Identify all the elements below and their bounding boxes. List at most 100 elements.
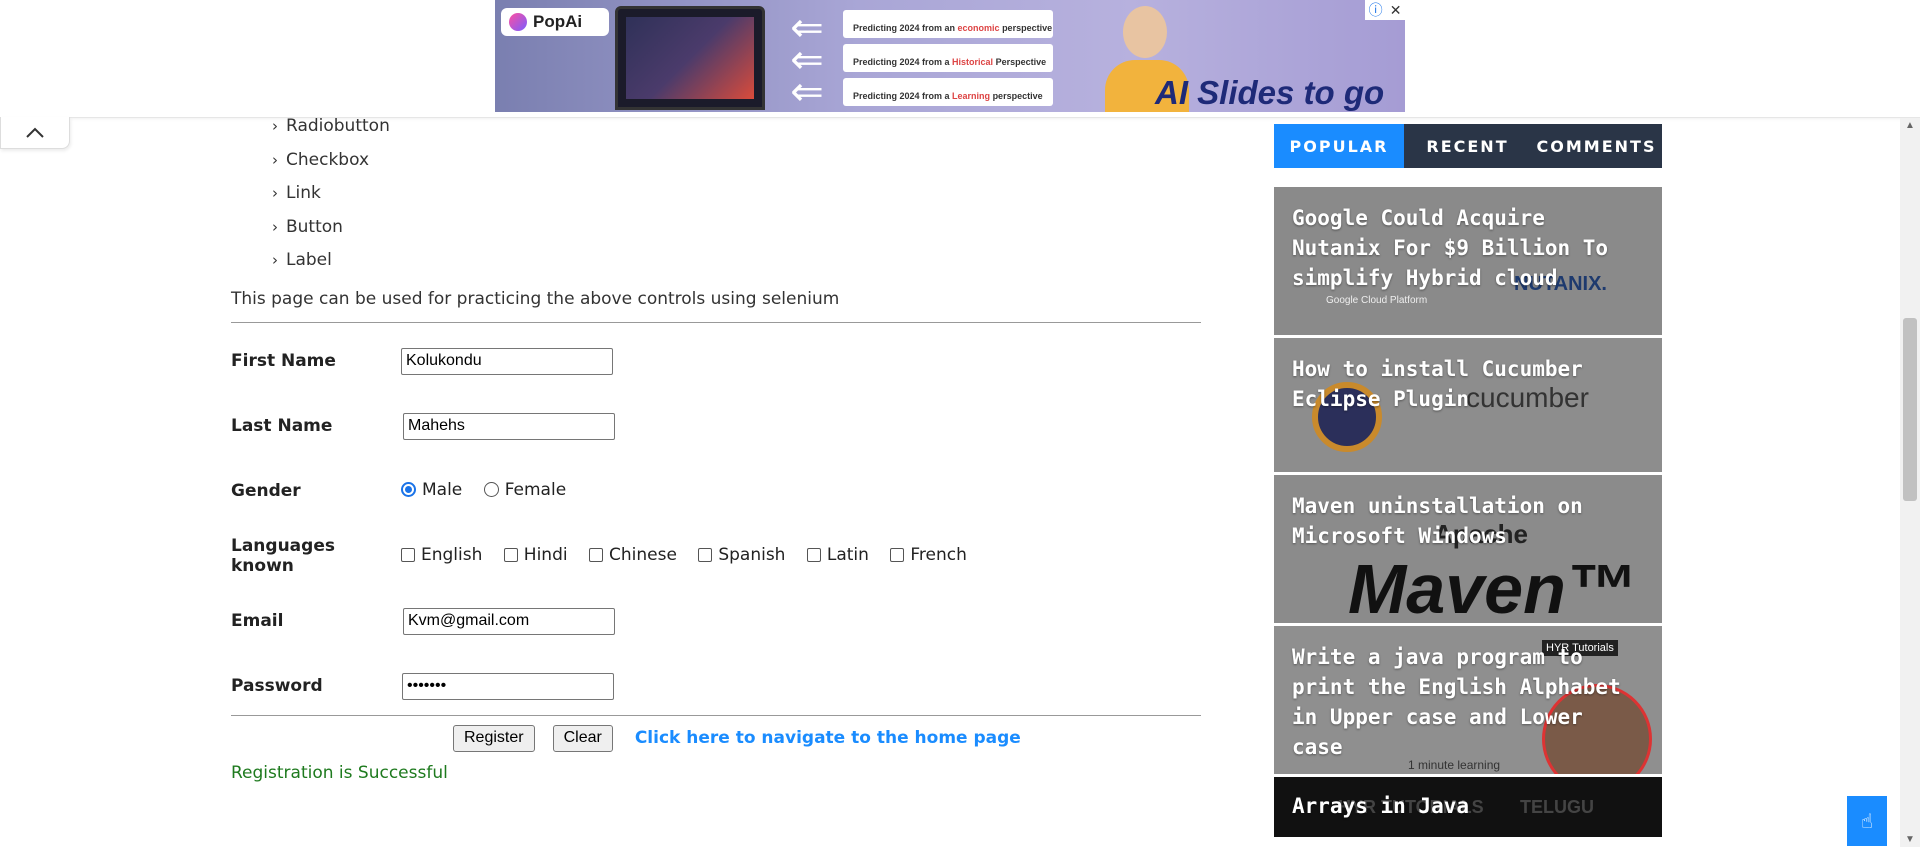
- floating-action-button[interactable]: ☝: [1847, 796, 1887, 846]
- language-option-chinese[interactable]: Chinese: [589, 545, 677, 565]
- sidebar: POPULAR RECENT COMMENTS Google Cloud Pla…: [1274, 124, 1662, 840]
- spanish-label: Spanish: [718, 545, 786, 565]
- registration-form: First Name Last Name Gender Male Female …: [231, 329, 983, 719]
- post-thumbnail-text: Google Cloud Platform: [1326, 295, 1428, 306]
- clear-button[interactable]: Clear: [552, 724, 613, 752]
- password-field[interactable]: [402, 672, 614, 700]
- language-option-latin[interactable]: Latin: [806, 545, 869, 565]
- divider: [231, 714, 1201, 716]
- register-button[interactable]: Register: [453, 724, 535, 752]
- ad-card: Predicting 2024 from an economic perspec…: [843, 10, 1053, 38]
- post-title[interactable]: Arrays in Java: [1292, 791, 1644, 821]
- scrollbar-thumb[interactable]: [1903, 318, 1917, 501]
- ad-arrows-icon: ⇐ ⇐ ⇐: [790, 6, 824, 112]
- gender-female-option[interactable]: Female: [483, 479, 567, 500]
- list-item: › Checkbox: [231, 149, 1201, 183]
- language-option-english[interactable]: English: [401, 545, 482, 565]
- tab-popular[interactable]: POPULAR: [1274, 124, 1404, 168]
- chevron-right-icon: ›: [272, 251, 278, 269]
- page-scrollbar[interactable]: ▲ ▼: [1900, 118, 1920, 847]
- french-label: French: [910, 545, 967, 565]
- top-ad-bar: PopAi ⇐ ⇐ ⇐ Predicting 2024 from an econom…: [0, 0, 1920, 118]
- list-item: › Button: [231, 216, 1201, 250]
- last-name-label: Last Name: [231, 416, 333, 436]
- hand-pointer-icon: ☝: [1860, 810, 1874, 833]
- post-title[interactable]: Write a java program to print the Englis…: [1292, 642, 1644, 762]
- gender-male-option[interactable]: Male: [401, 480, 462, 500]
- ad-laptop-image: [615, 6, 765, 110]
- scroll-down-icon[interactable]: ▼: [1905, 834, 1915, 845]
- list-item-label: Label: [286, 250, 332, 270]
- latin-label: Latin: [826, 545, 869, 565]
- post-thumbnail-logo: Maven™: [1348, 550, 1636, 623]
- close-icon[interactable]: ✕: [1390, 2, 1402, 19]
- male-radio[interactable]: [401, 482, 416, 498]
- first-name-label: First Name: [231, 351, 336, 371]
- post-card[interactable]: Apache Maven™ Maven uninstallation on Mi…: [1274, 475, 1662, 623]
- chevron-right-icon: ›: [272, 217, 278, 236]
- post-card[interactable]: HYR TUTORIALS TELUGU Arrays in Java: [1274, 777, 1662, 837]
- form-actions: Register Clear Click here to navigate to…: [231, 724, 1201, 752]
- controls-list: › Radiobutton › Checkbox › Link › Button › La…: [231, 115, 1201, 283]
- ad-tagline: AI Slides to go: [1155, 74, 1385, 111]
- post-title[interactable]: How to install Cucumber Eclipse Plugin: [1292, 354, 1644, 414]
- list-item: › Link: [231, 182, 1201, 216]
- french-checkbox[interactable]: [890, 548, 905, 562]
- registration-status: Registration is Successful: [231, 762, 448, 783]
- post-title[interactable]: Google Could Acquire Nutanix For $9 Bill…: [1292, 203, 1644, 293]
- languages-label: Languages known: [231, 536, 335, 576]
- first-name-input[interactable]: [401, 347, 613, 375]
- tab-comments[interactable]: COMMENTS: [1531, 124, 1662, 168]
- spanish-checkbox[interactable]: [698, 548, 713, 562]
- ad-logo: PopAi: [501, 8, 609, 36]
- female-label: Female: [504, 479, 567, 500]
- post-card[interactable]: Google Cloud Platform NUTANIX. Google Co…: [1274, 187, 1662, 335]
- scroll-up-icon[interactable]: ▲: [1905, 120, 1915, 131]
- language-option-hindi[interactable]: Hindi: [503, 545, 568, 565]
- ad-banner[interactable]: PopAi ⇐ ⇐ ⇐ Predicting 2024 from an econom…: [495, 0, 1405, 112]
- english-checkbox[interactable]: [401, 548, 415, 562]
- language-option-french[interactable]: French: [890, 545, 967, 565]
- english-label: English: [421, 545, 483, 565]
- post-title[interactable]: Maven uninstallation on Microsoft Window…: [1292, 491, 1644, 551]
- form-row-last-name: Last Name: [231, 394, 983, 459]
- info-icon[interactable]: ⓘ: [1369, 0, 1383, 20]
- gender-label: Gender: [231, 481, 301, 501]
- divider: [231, 321, 1201, 323]
- ad-card: Predicting 2024 from a Historical Perspe…: [843, 44, 1053, 72]
- sidebar-tabs: POPULAR RECENT COMMENTS: [1274, 124, 1662, 168]
- collapse-up-button[interactable]: [0, 117, 70, 149]
- post-card[interactable]: 1 minute learning HYR Tutorials Write a …: [1274, 626, 1662, 774]
- female-radio[interactable]: [483, 482, 499, 498]
- language-option-spanish[interactable]: Spanish: [698, 545, 785, 565]
- post-card[interactable]: cucumber How to install Cucumber Eclipse…: [1274, 338, 1662, 472]
- hindi-label: Hindi: [523, 545, 568, 565]
- chevron-right-icon: ›: [272, 117, 278, 135]
- list-item-label: Link: [286, 183, 321, 203]
- last-name-input[interactable]: [403, 412, 615, 440]
- hindi-checkbox[interactable]: [503, 548, 518, 562]
- latin-checkbox[interactable]: [806, 548, 821, 562]
- ad-brand: PopAi: [533, 12, 583, 31]
- popular-posts: Google Cloud Platform NUTANIX. Google Co…: [1274, 187, 1662, 837]
- list-item: › Radiobutton: [231, 115, 1201, 149]
- password-label: Password: [231, 676, 323, 696]
- form-row-email: Email: [231, 589, 983, 654]
- form-row-first-name: First Name: [231, 329, 983, 394]
- email-field[interactable]: [403, 607, 615, 635]
- main-content: › Radiobutton › Checkbox › Link › Button › La…: [231, 115, 1201, 783]
- form-row-gender: Gender Male Female: [231, 459, 983, 524]
- ad-card: Predicting 2024 from a Learning perspect…: [843, 78, 1053, 106]
- list-item-label: Radiobutton: [286, 116, 390, 136]
- home-page-link[interactable]: Click here to navigate to the home page: [635, 728, 1021, 748]
- tab-recent[interactable]: RECENT: [1404, 124, 1531, 168]
- list-item-label: Button: [286, 216, 343, 237]
- chinese-checkbox[interactable]: [589, 548, 603, 562]
- list-item-label: Checkbox: [286, 149, 370, 170]
- email-label: Email: [231, 611, 284, 631]
- ad-controls[interactable]: ⓘ ✕: [1365, 0, 1405, 20]
- chevron-right-icon: ›: [272, 150, 278, 169]
- chevron-right-icon: ›: [272, 184, 278, 202]
- form-row-password: Password: [231, 654, 983, 719]
- chinese-label: Chinese: [609, 545, 677, 565]
